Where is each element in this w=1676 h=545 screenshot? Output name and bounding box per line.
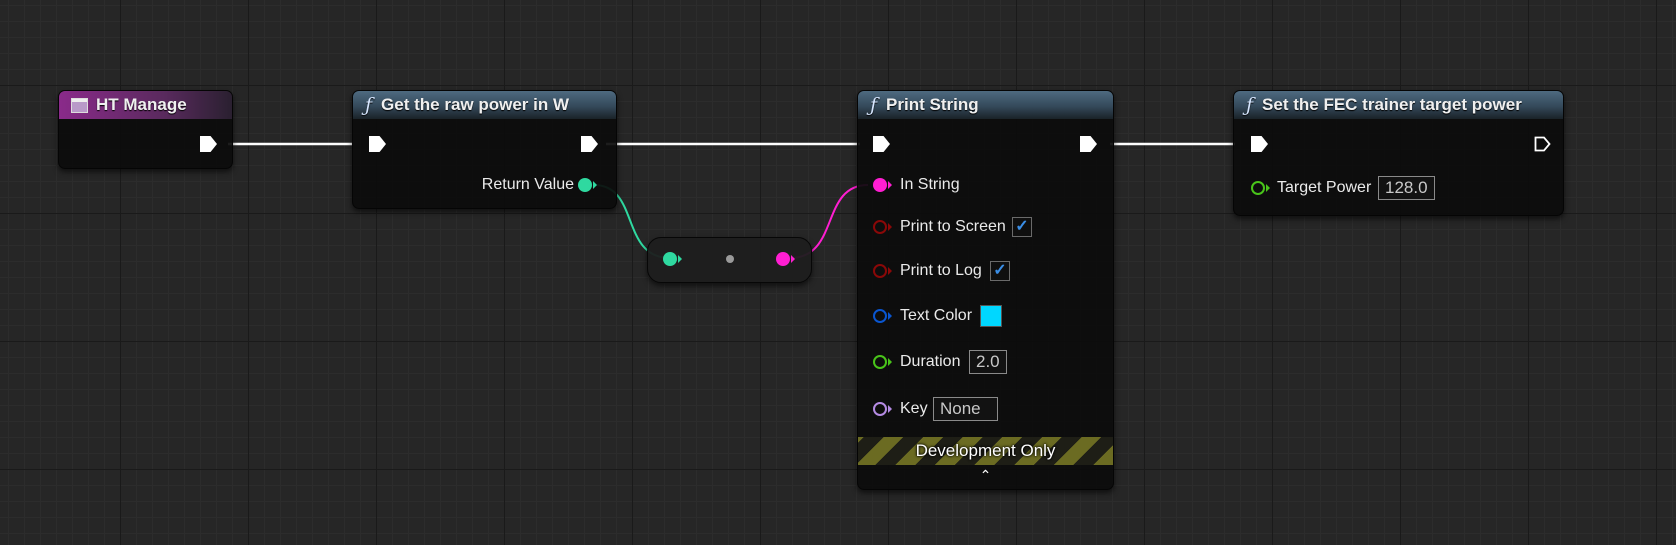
function-node-title: Print String	[886, 95, 979, 114]
pin-arrow-icon	[888, 405, 892, 413]
duration-pin[interactable]	[873, 355, 887, 369]
return-value-pin[interactable]	[578, 178, 592, 192]
text-color-pin[interactable]	[873, 309, 887, 323]
key-input[interactable]: None	[933, 397, 998, 421]
print-to-log-checkbox[interactable]: ✓	[990, 261, 1010, 281]
pin-arrow-icon	[678, 255, 682, 263]
conversion-node[interactable]	[647, 237, 812, 283]
in-string-label: In String	[900, 176, 960, 193]
event-node-title: HT Manage	[96, 95, 187, 114]
conversion-output-pin[interactable]	[776, 252, 790, 266]
pin-arrow-icon	[791, 255, 795, 263]
print-to-screen-checkbox[interactable]: ✓	[1012, 217, 1032, 237]
pin-arrow-icon	[888, 181, 892, 189]
wire-layer	[228, 142, 1235, 259]
function-node-set-target-power[interactable]: ƒ Set the FEC trainer target power Targe…	[1233, 90, 1564, 216]
pin-arrow-icon	[888, 312, 892, 320]
print-to-log-label: Print to Log	[900, 262, 982, 279]
function-icon: ƒ	[870, 94, 878, 116]
function-node-header[interactable]: ƒ Set the FEC trainer target power	[1234, 91, 1563, 119]
exec-hollow-icon	[1534, 136, 1551, 152]
target-power-label: Target Power	[1277, 179, 1372, 196]
key-pin[interactable]	[873, 402, 887, 416]
conversion-input-pin[interactable]	[663, 252, 677, 266]
event-node-ht-manage[interactable]: HT Manage	[58, 90, 233, 169]
function-node-title: Get the raw power in W	[381, 95, 570, 114]
target-power-input[interactable]: 128.0	[1378, 176, 1435, 200]
function-node-header[interactable]: ƒ Print String	[858, 91, 1113, 119]
duration-input[interactable]: 2.0	[969, 350, 1007, 374]
function-node-get-raw-power[interactable]: ƒ Get the raw power in W Return Value	[352, 90, 617, 209]
event-node-header[interactable]: HT Manage	[59, 91, 232, 119]
expand-chevron-icon[interactable]: ⌃	[858, 467, 1113, 484]
exec-output-pin-unconnected[interactable]	[1534, 136, 1551, 152]
pin-arrow-icon	[888, 223, 892, 231]
pin-arrow-icon	[888, 267, 892, 275]
print-to-screen-pin[interactable]	[873, 220, 887, 234]
key-label: Key	[900, 400, 928, 417]
function-node-title: Set the FEC trainer target power	[1262, 95, 1522, 114]
event-icon	[71, 97, 88, 113]
duration-label: Duration	[900, 353, 961, 370]
function-node-header[interactable]: ƒ Get the raw power in W	[353, 91, 616, 119]
text-color-swatch[interactable]	[980, 305, 1002, 327]
pin-arrow-icon	[593, 181, 597, 189]
exec-input-pin[interactable]	[1251, 136, 1268, 152]
exec-output-pin[interactable]	[1080, 136, 1097, 152]
development-only-banner: Development Only	[858, 437, 1113, 465]
exec-output-pin[interactable]	[200, 136, 217, 152]
function-node-print-string[interactable]: ƒ Print String In String Print to Screen…	[857, 90, 1114, 490]
print-to-screen-label: Print to Screen	[900, 218, 1006, 235]
print-to-log-pin[interactable]	[873, 264, 887, 278]
function-icon: ƒ	[1246, 94, 1254, 116]
function-icon: ƒ	[365, 94, 373, 116]
text-color-label: Text Color	[900, 307, 973, 324]
pin-arrow-icon	[1266, 184, 1270, 192]
pin-arrow-icon	[888, 358, 892, 366]
conversion-center-dot	[726, 255, 734, 263]
return-value-label: Return Value	[481, 176, 574, 193]
exec-input-pin[interactable]	[369, 136, 386, 152]
in-string-pin[interactable]	[873, 178, 887, 192]
target-power-pin[interactable]	[1251, 181, 1265, 195]
exec-output-pin[interactable]	[581, 136, 598, 152]
exec-input-pin[interactable]	[873, 136, 890, 152]
